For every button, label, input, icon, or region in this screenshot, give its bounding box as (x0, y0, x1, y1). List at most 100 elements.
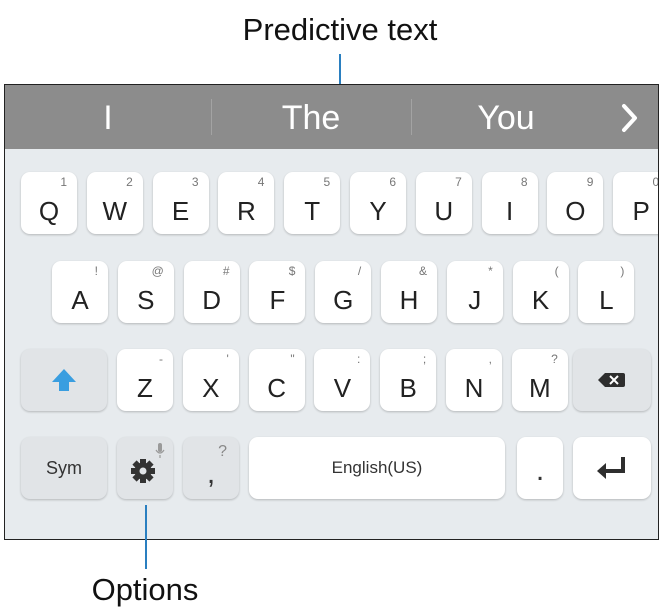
key-label: I (505, 196, 514, 226)
options-leader-line (145, 505, 147, 569)
key-s[interactable]: @ S (117, 261, 174, 323)
suggestion-2[interactable]: The (211, 85, 411, 149)
key-secondary-char: 2 (126, 175, 133, 189)
mic-icon (155, 443, 165, 458)
period-key-label: . (535, 454, 545, 487)
options-callout: Options (91, 572, 199, 607)
key-y[interactable]: 6Y (350, 172, 406, 234)
shift-arrow-icon (52, 369, 76, 391)
predictive-text-callout: Predictive text (242, 12, 438, 47)
key-secondary-char: ( (554, 264, 559, 278)
backspace-icon (598, 373, 625, 387)
key-secondary-char: ) (620, 264, 625, 278)
key-label: S (137, 285, 155, 315)
key-secondary-char: - (159, 352, 163, 366)
key-secondary-char: ? (551, 352, 558, 366)
key-f[interactable]: $ F (249, 261, 306, 323)
key-secondary-char: 9 (586, 175, 594, 189)
key-g[interactable]: / G (315, 261, 372, 323)
key-label: G (333, 285, 354, 315)
space-key-label: English(US) (331, 458, 423, 477)
key-label: V (333, 373, 352, 403)
samsung-keyboard: I The You 1Q2W3E4R5T6Y7U8I9O0P ! A @ S # D $ F /… (4, 84, 659, 540)
key-u[interactable]: 7U (415, 172, 472, 234)
key-label: Y (369, 196, 387, 226)
sym-key-label: Sym (46, 457, 82, 478)
key-h[interactable]: & H (381, 261, 437, 323)
suggestion-1[interactable]: I (5, 85, 211, 149)
key-label: X (202, 373, 220, 403)
key-label: Z (137, 373, 153, 403)
key-secondary-char: 8 (520, 175, 528, 189)
key-secondary-char: " (290, 352, 295, 366)
key-z[interactable]: -Z (117, 349, 173, 411)
key-m[interactable]: ? M (511, 349, 568, 411)
key-j[interactable]: * J (446, 261, 503, 323)
key-label: U (434, 196, 454, 226)
key-v[interactable]: :V (314, 349, 371, 411)
suggestion-3[interactable]: You (411, 85, 601, 149)
key-l[interactable]: ) L (578, 261, 635, 323)
key-x[interactable]: ' X (182, 349, 239, 411)
key-label: Q (38, 196, 60, 226)
key-c[interactable]: " C (248, 349, 305, 411)
key-w[interactable]: 2W (86, 172, 143, 234)
key-b[interactable]: ; B (380, 349, 437, 411)
key-secondary-char: : (357, 352, 361, 366)
space-key[interactable]: English(US) (249, 437, 505, 499)
comma-key-label: , (206, 457, 216, 490)
key-secondary-char: , (488, 352, 492, 366)
enter-arrow-icon (597, 457, 625, 479)
key-k[interactable]: (K (512, 261, 569, 323)
key-secondary-char: / (357, 264, 362, 278)
key-secondary-char: ; (422, 352, 427, 366)
options-key[interactable] (117, 437, 173, 499)
key-label: M (528, 373, 551, 403)
key-secondary-char: * (488, 264, 493, 278)
backspace-key[interactable] (573, 349, 651, 411)
comma-key[interactable]: ? , (183, 437, 239, 499)
key-secondary-char: 1 (60, 175, 67, 189)
key-label: E (171, 196, 190, 226)
key-d[interactable]: # D (183, 261, 240, 323)
key-secondary-char: 6 (389, 175, 396, 189)
key-label: J (468, 285, 482, 315)
key-label: N (464, 373, 484, 403)
key-label: O (565, 196, 586, 226)
key-r[interactable]: 4R (218, 172, 275, 234)
key-label: T (304, 196, 321, 226)
key-label: L (599, 285, 614, 315)
key-secondary-char: $ (288, 264, 296, 278)
key-label: H (399, 285, 419, 315)
key-secondary-char: # (222, 264, 230, 278)
key-label: P (632, 196, 650, 226)
key-p[interactable]: 0P (613, 172, 658, 234)
sym-key[interactable]: Sym (21, 437, 107, 499)
key-label: F (269, 285, 286, 315)
key-secondary-char: 5 (323, 175, 331, 189)
key-secondary-char: 7 (455, 175, 462, 189)
shift-key[interactable] (21, 349, 107, 411)
key-label: A (71, 285, 89, 315)
key-q[interactable]: 1Q (21, 172, 77, 234)
key-label: D (202, 285, 221, 315)
enter-key[interactable] (573, 437, 651, 499)
key-secondary-char: ' (226, 352, 229, 366)
key-secondary-char: & (418, 264, 427, 278)
period-key[interactable]: . (517, 437, 563, 499)
key-t[interactable]: 5T (284, 172, 341, 234)
prediction-bar: I The You (5, 85, 658, 149)
key-i[interactable]: 8I (481, 172, 538, 234)
key-secondary-char: 3 (191, 175, 199, 189)
key-secondary-char: 4 (257, 175, 265, 189)
key-secondary-char: @ (151, 264, 164, 278)
key-label: B (399, 373, 417, 403)
key-e[interactable]: 3E (152, 172, 209, 234)
key-a[interactable]: ! A (52, 261, 108, 323)
key-n[interactable]: ,N (446, 349, 502, 411)
key-label: R (237, 196, 256, 226)
key-label: C (267, 373, 286, 403)
key-o[interactable]: 9O (547, 172, 604, 234)
chevron-right-icon[interactable] (610, 101, 650, 135)
key-label: W (102, 196, 128, 226)
